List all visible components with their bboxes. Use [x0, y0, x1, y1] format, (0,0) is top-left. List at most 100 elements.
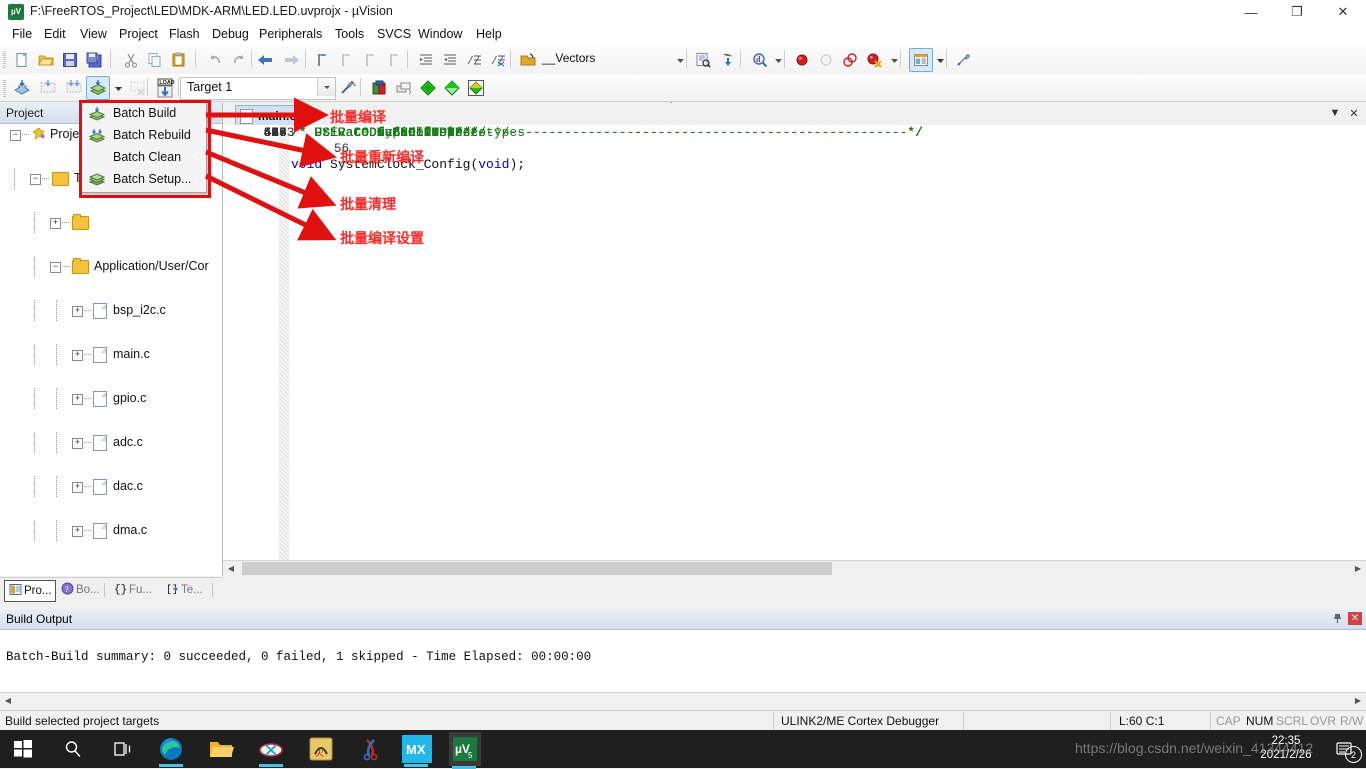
- indent-right-icon[interactable]: [414, 48, 438, 72]
- cut-icon[interactable]: [119, 48, 143, 72]
- debug-search-dropdown-arrow[interactable]: [766, 48, 790, 72]
- scissors-button[interactable]: [356, 734, 386, 764]
- download-icon[interactable]: LOAD: [153, 76, 177, 100]
- insert-breakpoint-icon[interactable]: [790, 48, 814, 72]
- pack-installer-icon[interactable]: [416, 76, 440, 100]
- expander[interactable]: −: [10, 130, 21, 141]
- tab-functions[interactable]: {} Fu...: [110, 580, 156, 600]
- expander[interactable]: +: [72, 350, 83, 361]
- rebuild-icon[interactable]: [62, 76, 86, 100]
- tree-item-dma-c[interactable]: + dma.c: [0, 520, 222, 542]
- build-output-close-button[interactable]: ✕: [1348, 612, 1362, 625]
- editor-close-button[interactable]: ✕: [1347, 106, 1361, 120]
- toggle-breakpoints-icon[interactable]: [838, 48, 862, 72]
- disable-breakpoint-icon[interactable]: [814, 48, 838, 72]
- scroll-left-arrow[interactable]: ◀: [223, 561, 239, 576]
- tab-templates[interactable]: [] Te...: [162, 580, 207, 600]
- tree-item-gpio-c[interactable]: + gpio.c: [0, 388, 222, 410]
- menu-svcs[interactable]: SVCS: [371, 26, 417, 43]
- menu-edit[interactable]: Edit: [38, 26, 72, 43]
- vectors-dropdown-arrow[interactable]: [668, 48, 692, 72]
- bookmark-jump-icon[interactable]: [716, 48, 740, 72]
- code-view[interactable]: 33/* USER CODE END Includes */ 34 35/* P…: [223, 125, 1366, 560]
- menu-item-batch-setup[interactable]: Batch Setup...: [81, 168, 206, 190]
- menu-peripherals[interactable]: Peripherals: [253, 26, 328, 43]
- tree-item-dac-c[interactable]: + dac.c: [0, 476, 222, 498]
- menu-help[interactable]: Help: [470, 26, 508, 43]
- manage-runtime-icon[interactable]: [440, 76, 464, 100]
- expander[interactable]: −: [30, 174, 41, 185]
- tree-item-group[interactable]: +: [0, 212, 222, 234]
- cubemx-button[interactable]: MX: [401, 734, 433, 764]
- target-options-icon[interactable]: [336, 76, 360, 100]
- copy-icon[interactable]: [143, 48, 167, 72]
- navigate-forward-icon[interactable]: [280, 48, 304, 72]
- menu-window[interactable]: Window: [412, 26, 468, 43]
- toolbar-grip[interactable]: [3, 79, 6, 97]
- navigate-back-icon[interactable]: [253, 48, 277, 72]
- find-in-files-icon[interactable]: [691, 48, 715, 72]
- undo-icon[interactable]: [203, 48, 227, 72]
- comment-icon[interactable]: //: [462, 48, 486, 72]
- target-combo[interactable]: Target 1: [180, 77, 336, 100]
- configure-icon[interactable]: [952, 48, 976, 72]
- menu-item-batch-rebuild[interactable]: Batch Rebuild: [81, 124, 206, 146]
- menu-view[interactable]: View: [74, 26, 113, 43]
- tree-item-bsp-i2c-c[interactable]: + bsp_i2c.c: [0, 300, 222, 322]
- tree-item-application-user-core[interactable]: − Application/User/Cor: [0, 256, 222, 278]
- expander[interactable]: +: [72, 306, 83, 317]
- vectors-combo[interactable]: __Vectors: [520, 49, 685, 69]
- search-button[interactable]: [58, 734, 88, 764]
- open-file-icon[interactable]: [34, 48, 58, 72]
- uncomment-icon[interactable]: //: [486, 48, 510, 72]
- maximize-button[interactable]: ❐: [1274, 0, 1320, 24]
- snip-button[interactable]: [256, 734, 286, 764]
- menu-item-batch-build[interactable]: Batch Build: [81, 102, 206, 124]
- bookmark-toggle-icon[interactable]: [311, 48, 335, 72]
- expander[interactable]: +: [50, 218, 61, 229]
- menu-item-batch-clean[interactable]: Batch Clean: [81, 146, 206, 168]
- save-icon[interactable]: [58, 48, 82, 72]
- save-all-icon[interactable]: [82, 48, 106, 72]
- build-output-hscrollbar[interactable]: ◀ ▶: [0, 692, 1366, 709]
- manage-project-items-icon[interactable]: [368, 76, 392, 100]
- minimize-button[interactable]: —: [1228, 0, 1274, 24]
- explorer-button[interactable]: [206, 734, 236, 764]
- edge-button[interactable]: [156, 734, 186, 764]
- kill-breakpoints-dropdown-arrow[interactable]: [882, 48, 906, 72]
- editor-tab-main-c[interactable]: main.c: [235, 105, 305, 126]
- bookmark-clear-icon[interactable]: [383, 48, 407, 72]
- target-combo-arrow[interactable]: [317, 78, 335, 96]
- paste-icon[interactable]: [167, 48, 191, 72]
- tab-project[interactable]: Pro...: [4, 580, 56, 602]
- expander[interactable]: −: [50, 262, 61, 273]
- bookmark-prev-icon[interactable]: [335, 48, 359, 72]
- uvision-button[interactable]: µV5: [449, 732, 481, 766]
- expander[interactable]: +: [72, 482, 83, 493]
- menu-flash[interactable]: Flash: [163, 26, 206, 43]
- multi-project-icon[interactable]: [392, 76, 416, 100]
- menu-project[interactable]: Project: [113, 26, 164, 43]
- toolbar-grip[interactable]: [3, 50, 6, 68]
- software-packs-icon[interactable]: [464, 76, 488, 100]
- translate-icon[interactable]: [10, 76, 34, 100]
- expander[interactable]: +: [72, 526, 83, 537]
- scroll-right-arrow[interactable]: ▶: [1350, 561, 1366, 576]
- menu-debug[interactable]: Debug: [206, 26, 255, 43]
- editor-tab-dropdown[interactable]: ▼: [1328, 106, 1342, 120]
- tree-item-adc-c[interactable]: + adc.c: [0, 432, 222, 454]
- menu-file[interactable]: File: [6, 26, 38, 43]
- expander[interactable]: +: [72, 438, 83, 449]
- tree-item-main-c[interactable]: + main.c: [0, 344, 222, 366]
- tab-books[interactable]: ? Bo...: [57, 580, 104, 600]
- scroll-left-arrow[interactable]: ◀: [0, 693, 16, 708]
- redo-icon[interactable]: [227, 48, 251, 72]
- task-view-button[interactable]: [108, 734, 138, 764]
- indent-left-icon[interactable]: [438, 48, 462, 72]
- batch-context-menu[interactable]: Batch Build Batch Rebuild Batch Clean Ba…: [80, 101, 207, 193]
- yonghuo-button[interactable]: 火: [306, 734, 336, 764]
- close-button[interactable]: ✕: [1320, 0, 1366, 24]
- scroll-thumb[interactable]: [242, 562, 832, 575]
- expander[interactable]: +: [72, 394, 83, 405]
- build-icon[interactable]: [36, 76, 60, 100]
